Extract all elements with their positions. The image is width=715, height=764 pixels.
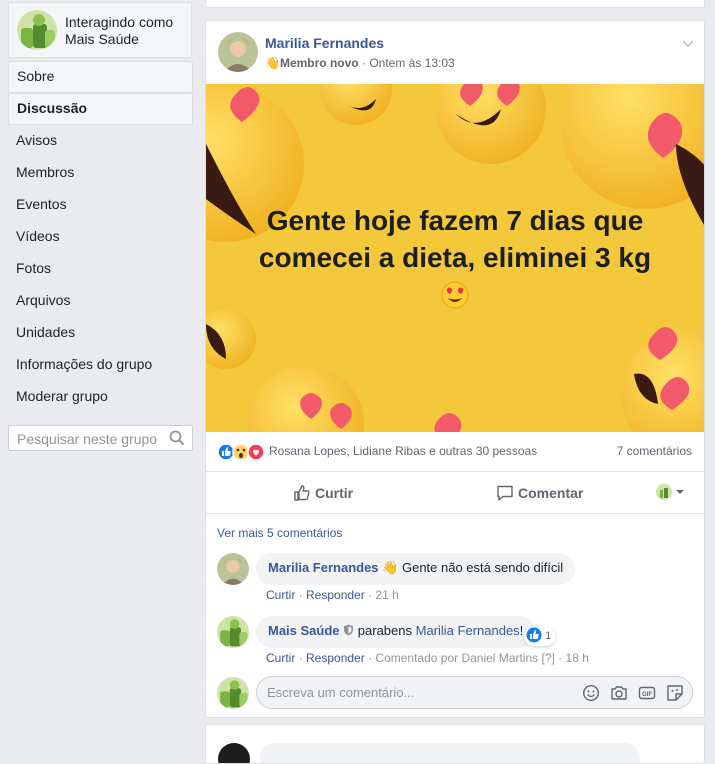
- post-author-name[interactable]: Marilia Fernandes: [265, 35, 384, 51]
- group-search-input[interactable]: Pesquisar neste grupo: [8, 425, 193, 451]
- nav-fotos[interactable]: Fotos: [8, 253, 193, 285]
- emoji-icon[interactable]: [582, 684, 600, 702]
- comment-like-count[interactable]: 1: [524, 627, 556, 646]
- group-search-placeholder: Pesquisar neste grupo: [17, 431, 158, 447]
- nav-sobre[interactable]: Sobre: [8, 61, 193, 93]
- composer-avatar: [217, 677, 249, 709]
- group-nav: Sobre Discussão Avisos Membros Eventos V…: [8, 61, 193, 413]
- comment-text: parabens: [357, 623, 412, 638]
- nav-discussao[interactable]: Discussão: [8, 93, 193, 125]
- reactions-names[interactable]: Rosana Lopes, Lidiane Ribas e outras 30 …: [269, 444, 537, 458]
- comment-reply-link[interactable]: Responder: [306, 588, 365, 602]
- post-meta: 👋Membro novo · Ontem às 13:03: [265, 56, 455, 70]
- like-button[interactable]: Curtir: [293, 484, 353, 502]
- page-avatar: [17, 10, 57, 50]
- previous-post-card: [205, 0, 705, 8]
- comment-bubble: Mais Saúde parabens Marilia Fernandes!: [256, 616, 536, 648]
- comment-suffix: !: [519, 623, 524, 638]
- comment-author[interactable]: Marilia Fernandes: [268, 560, 379, 575]
- nav-avisos[interactable]: Avisos: [8, 125, 193, 157]
- member-badge: Membro novo: [279, 56, 359, 70]
- comment-time[interactable]: 18 h: [566, 651, 589, 665]
- view-more-comments-link[interactable]: Ver mais 5 comentários: [217, 526, 342, 540]
- post-as-selector[interactable]: [655, 483, 691, 501]
- comment-actions: Curtir · Responder · 21 h: [266, 588, 399, 602]
- comment-like-link[interactable]: Curtir: [266, 588, 295, 602]
- nav-informacoes[interactable]: Informações do grupo: [8, 349, 193, 381]
- mention-link[interactable]: Marilia Fernandes: [416, 623, 520, 638]
- comment-bubble: Marilia Fernandes 👋 Gente não está sendo…: [256, 553, 576, 585]
- author-avatar[interactable]: [218, 32, 258, 72]
- thumbs-up-icon: [294, 485, 310, 501]
- nav-moderar[interactable]: Moderar grupo: [8, 381, 193, 413]
- like-count: 1: [545, 630, 552, 642]
- reaction-icons[interactable]: [217, 443, 267, 461]
- comment-input-placeholder: Escreva um comentário...: [267, 685, 415, 700]
- commenter-avatar[interactable]: [217, 616, 249, 648]
- gif-icon[interactable]: GIF: [638, 684, 656, 702]
- nav-videos[interactable]: Vídeos: [8, 221, 193, 253]
- sticker-icon[interactable]: [666, 684, 684, 702]
- nav-eventos[interactable]: Eventos: [8, 189, 193, 221]
- comment-reply-link[interactable]: Responder: [306, 651, 365, 665]
- commented-by-label: Comentado por Daniel Martins: [375, 651, 539, 665]
- camera-icon[interactable]: [610, 684, 628, 702]
- acting-as-page-switcher[interactable]: Interagindo como Mais Saúde: [8, 2, 192, 58]
- acting-as-label: Interagindo como Mais Saúde: [65, 14, 174, 47]
- comment-author[interactable]: Mais Saúde: [268, 623, 340, 638]
- post-options-chevron-icon[interactable]: [682, 35, 694, 51]
- post-card: Marilia Fernandes 👋Membro novo · Ontem à…: [205, 20, 705, 718]
- commenter-avatar[interactable]: [217, 553, 249, 585]
- comment-text: Gente não está sendo difícil: [401, 560, 564, 575]
- post-background-banner: Gente hoje fazem 7 dias que comecei a di…: [206, 84, 704, 432]
- post-actions: Curtir Comentar: [206, 472, 704, 514]
- like-label: Curtir: [315, 485, 354, 501]
- reactions-bar: Rosana Lopes, Lidiane Ribas e outras 30 …: [206, 432, 704, 472]
- shield-icon: [343, 623, 358, 638]
- wave-icon: 👋: [265, 56, 280, 70]
- comment-like-link[interactable]: Curtir: [266, 651, 295, 665]
- heart-eyes-emoji-icon: [440, 280, 470, 313]
- wave-icon: 👋: [382, 560, 399, 575]
- composer-tools: GIF: [582, 684, 684, 702]
- comment-input[interactable]: Escreva um comentário... GIF: [256, 676, 693, 709]
- comment-time[interactable]: 21 h: [375, 588, 398, 602]
- next-post-card: [205, 724, 705, 764]
- nav-arquivos[interactable]: Arquivos: [8, 285, 193, 317]
- nav-membros[interactable]: Membros: [8, 157, 193, 189]
- nav-unidades[interactable]: Unidades: [8, 317, 193, 349]
- help-link[interactable]: [?]: [542, 651, 555, 665]
- next-post-comment-bubble: [260, 743, 640, 763]
- search-icon[interactable]: [169, 430, 185, 449]
- svg-text:GIF: GIF: [642, 692, 652, 698]
- comment-button[interactable]: Comentar: [496, 484, 583, 502]
- comment-label: Comentar: [518, 485, 584, 501]
- comment-actions: Curtir · Responder · Comentado por Danie…: [266, 651, 589, 665]
- post-text: Gente hoje fazem 7 dias que comecei a di…: [258, 205, 652, 273]
- comment-bubble-icon: [497, 485, 513, 501]
- comments-count[interactable]: 7 comentários: [617, 444, 692, 458]
- next-post-avatar: [218, 743, 250, 763]
- like-reaction-icon: [526, 627, 542, 643]
- post-timestamp[interactable]: Ontem às 13:03: [369, 56, 454, 70]
